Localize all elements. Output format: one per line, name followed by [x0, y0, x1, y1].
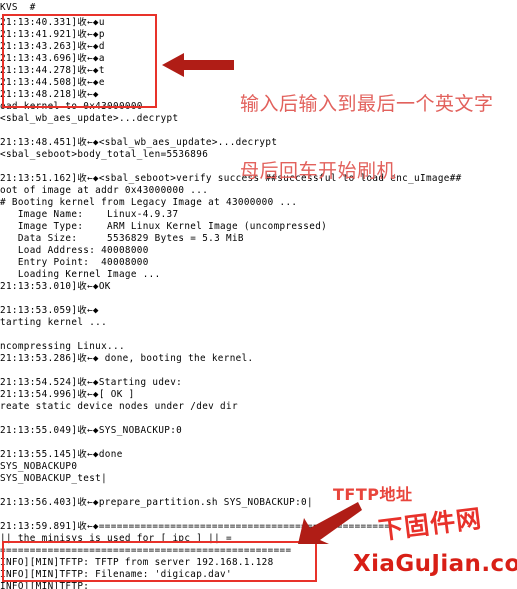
terminal-line: 21:13:40.331]收←◆u — [0, 17, 105, 28]
terminal-line: 21:13:54.524]收←◆Starting udev: — [0, 377, 183, 388]
terminal-line: SYS_NOBACKUP_test| — [0, 473, 108, 484]
terminal-line: 21:13:53.286]收←◆ done, booting the kerne… — [0, 353, 254, 364]
annotation-update-instruction: 输入后输入到最后一个英文字 母后回车开始刷机 — [240, 48, 494, 227]
terminal-line: 21:13:44.508]收←◆e — [0, 77, 105, 88]
screenshot-root: KVS #21:13:40.331]收←◆u 21:13:41.921]收←◆p 2… — [0, 0, 517, 589]
terminal-line: 21:13:55.145]收←◆done — [0, 449, 123, 460]
terminal-line: Loading Kernel Image ... — [0, 269, 161, 280]
terminal-line: 21:13:43.263]收←◆d — [0, 41, 105, 52]
terminal-line: KVS # — [0, 2, 36, 13]
terminal-line: Image Name: Linux-4.9.37 — [0, 209, 179, 220]
annotation-update-line2: 母后回车开始刷机 — [240, 160, 397, 183]
terminal-line: INFO][MIN]TFTP: TFTP from server 192.168… — [0, 557, 274, 568]
terminal-line: oot of image at addr 0x43000000 ... — [0, 185, 209, 196]
terminal-line: ========================================… — [0, 545, 292, 556]
terminal-line: || the minisys is used for [ ipc ] || = — [0, 533, 232, 544]
terminal-line: ncompressing Linux... — [0, 341, 125, 352]
terminal-line: Entry Point: 40008000 — [0, 257, 149, 268]
annotation-tftp-label: TFTP地址 — [333, 485, 413, 504]
terminal-line: 21:13:48.451]收←◆<sbal_wb_aes_update>...d… — [0, 137, 278, 148]
terminal-line: 21:13:59.891]收←◆========================… — [0, 521, 391, 532]
terminal-line: 21:13:54.996]收←◆[ OK ] — [0, 389, 135, 400]
terminal-line: 21:13:53.059]收←◆ — [0, 305, 99, 316]
terminal-line: reate static device nodes under /dev dir — [0, 401, 238, 412]
terminal-line: 21:13:53.010]收←◆OK — [0, 281, 111, 292]
terminal-line: Data Size: 5536829 Bytes = 5.3 MiB — [0, 233, 244, 244]
terminal-line: 21:13:56.403]收←◆prepare_partition.sh SYS… — [0, 497, 313, 508]
watermark-domain-text: XiaGuJian.com — [353, 551, 517, 577]
terminal-line: Load Address: 40008000 — [0, 245, 149, 256]
terminal-line: 21:13:44.278]收←◆t — [0, 65, 105, 76]
terminal-line: INFO][MIN]TFTP: Filename: 'digicap.dav' — [0, 569, 232, 580]
terminal-line: 21:13:41.921]收←◆p — [0, 29, 105, 40]
terminal-line: <sbal_wb_aes_update>...decrypt — [0, 113, 179, 124]
terminal-line: tarting kernel ... — [0, 317, 108, 328]
terminal-line: 21:13:55.049]收←◆SYS_NOBACKUP:0 — [0, 425, 183, 436]
terminal-line: <sbal_seboot>body_total_len=5536896 — [0, 149, 209, 160]
terminal-line: 21:13:43.696]收←◆a — [0, 53, 105, 64]
annotation-update-line1: 输入后输入到最后一个英文字 — [240, 92, 494, 115]
terminal-line: 21:13:48.218]收←◆ — [0, 89, 99, 100]
terminal-line: oad kernel to 0x43000000 — [0, 101, 143, 112]
terminal-line: INFO][MIN]TFTP: — [0, 581, 90, 589]
terminal-line: SYS_NOBACKUP0 — [0, 461, 78, 472]
